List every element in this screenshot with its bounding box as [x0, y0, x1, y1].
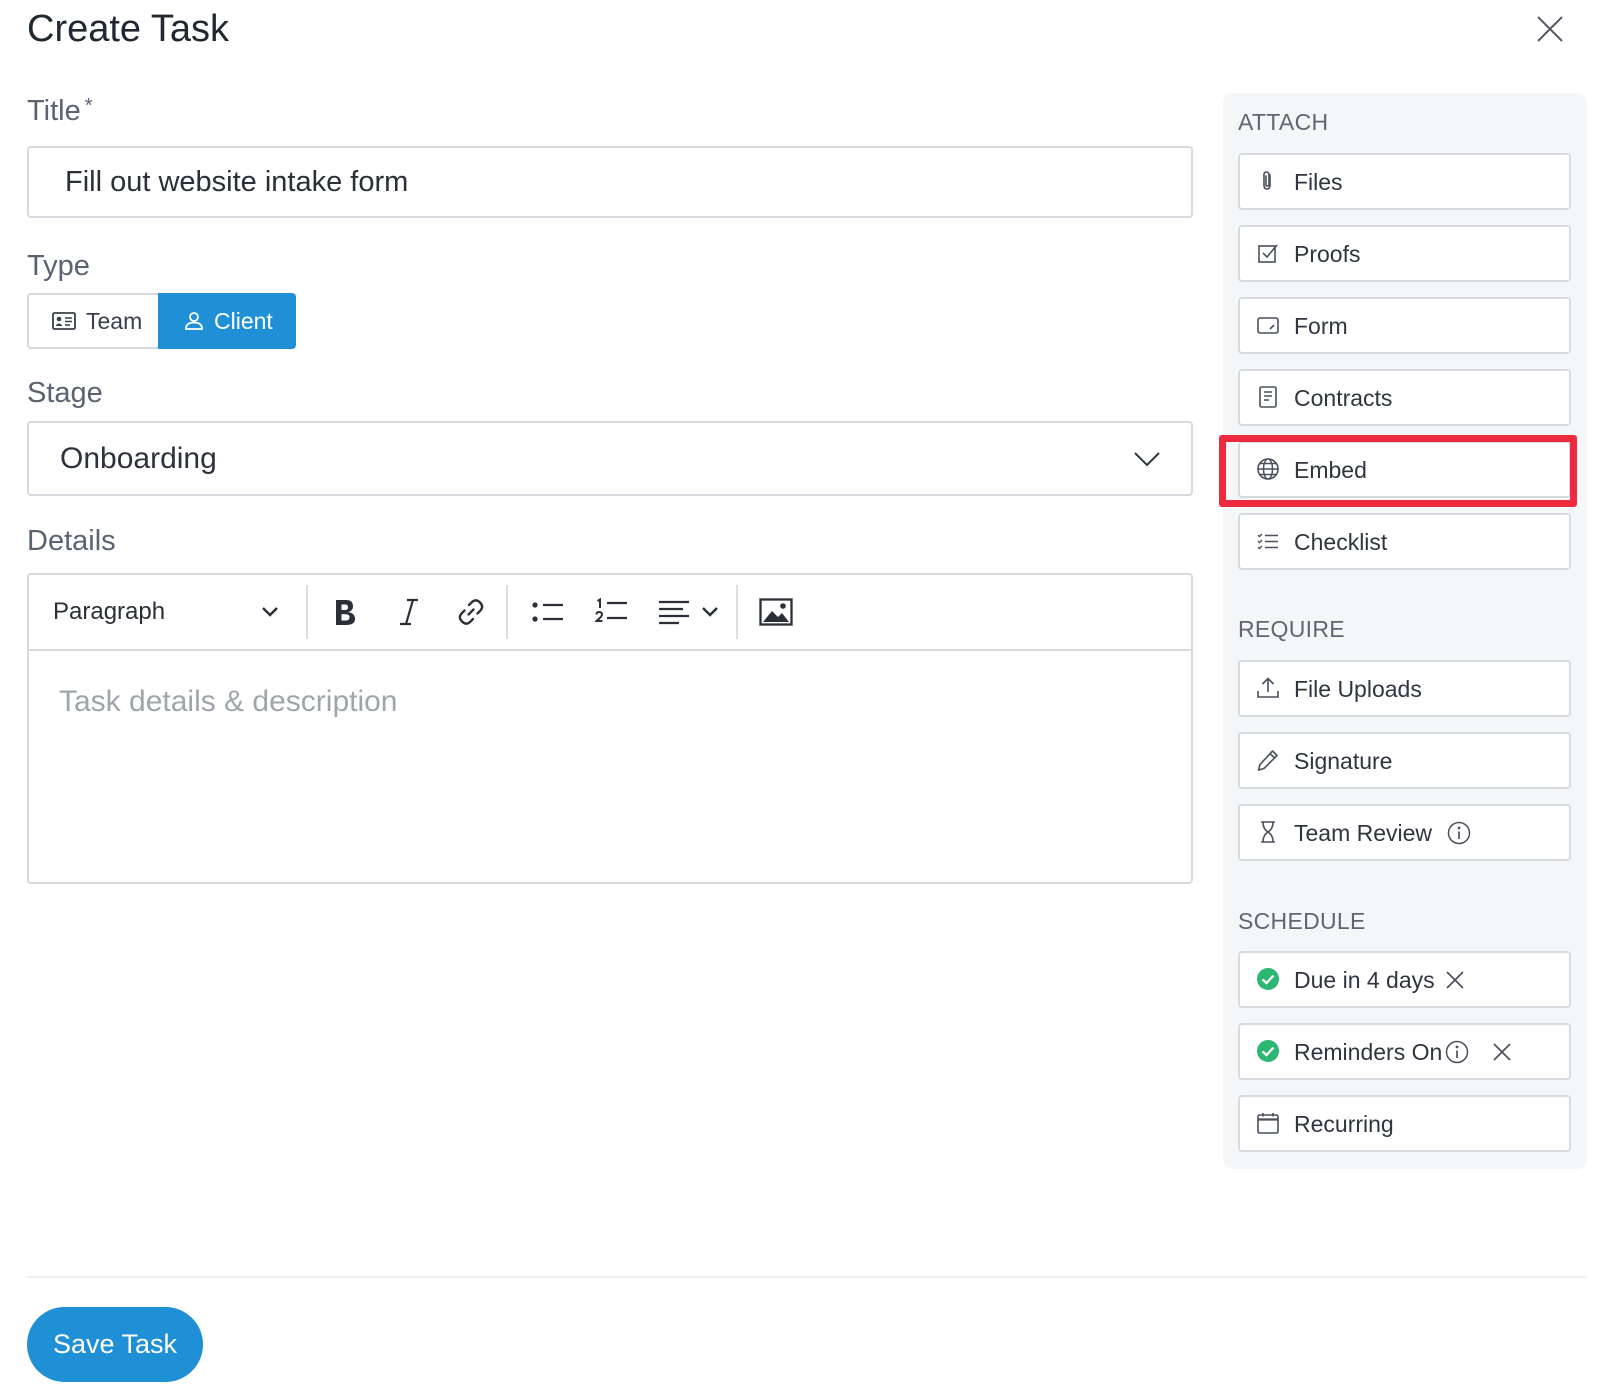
info-icon[interactable] — [1445, 1040, 1469, 1064]
details-editor: Paragraph Task details & description — [27, 573, 1193, 884]
link-icon — [458, 599, 484, 625]
stage-value: Onboarding — [60, 441, 217, 475]
details-textarea[interactable]: Task details & description — [29, 651, 1191, 753]
attach-checklist-button[interactable]: Checklist — [1238, 513, 1571, 570]
title-input[interactable] — [27, 146, 1193, 218]
numbered-list-icon — [595, 597, 627, 622]
attach-checklist-label: Checklist — [1294, 529, 1388, 555]
type-team-button[interactable]: Team — [27, 293, 158, 349]
chevron-down-icon — [1134, 452, 1160, 467]
attach-embed-button[interactable]: Embed — [1238, 441, 1571, 498]
paperclip-icon — [1263, 171, 1271, 190]
attach-embed-label: Embed — [1294, 457, 1367, 483]
save-task-button[interactable]: Save Task — [27, 1307, 203, 1382]
id-card-icon — [52, 312, 76, 330]
checkbox-icon — [1258, 244, 1278, 263]
bold-icon — [336, 600, 355, 625]
remove-reminders-icon[interactable] — [1490, 1040, 1514, 1064]
chevron-down-icon — [702, 607, 718, 617]
save-task-label: Save Task — [52, 1329, 178, 1359]
details-placeholder: Task details & description — [59, 685, 398, 718]
link-button[interactable] — [443, 575, 499, 649]
globe-icon — [1257, 458, 1279, 480]
schedule-reminders-label: Reminders On — [1294, 1039, 1443, 1065]
upload-icon — [1257, 677, 1279, 698]
required-mark: * — [84, 95, 93, 117]
align-dropdown-button[interactable] — [646, 575, 730, 649]
attach-files-label: Files — [1294, 169, 1343, 195]
type-label: Type — [27, 250, 90, 282]
bullet-list-button[interactable] — [518, 575, 578, 649]
align-left-icon — [659, 600, 689, 625]
type-client-label: Client — [214, 307, 273, 334]
close-icon — [1537, 16, 1563, 42]
italic-icon — [400, 598, 418, 626]
toolbar-divider — [506, 585, 508, 639]
chevron-down-icon — [262, 607, 278, 617]
schedule-reminders-button[interactable]: Reminders On — [1238, 1023, 1571, 1080]
attach-files-button[interactable]: Files — [1238, 153, 1571, 210]
stage-select[interactable]: Onboarding — [27, 421, 1193, 496]
info-icon[interactable] — [1447, 821, 1471, 845]
check-circle-icon — [1257, 1040, 1279, 1062]
attach-proofs-label: Proofs — [1294, 241, 1361, 267]
pen-icon — [1257, 750, 1278, 771]
modal-title: Create Task — [27, 8, 230, 50]
require-signature-label: Signature — [1294, 748, 1393, 774]
check-circle-icon — [1257, 968, 1279, 990]
calendar-icon — [1257, 1113, 1279, 1134]
schedule-due-date-label: Due in 4 days — [1294, 967, 1435, 993]
image-icon — [759, 598, 793, 626]
require-signature-button[interactable]: Signature — [1238, 732, 1571, 789]
schedule-due-date-button[interactable]: Due in 4 days — [1238, 951, 1571, 1008]
italic-button[interactable] — [381, 575, 437, 649]
attach-form-label: Form — [1294, 313, 1348, 339]
title-label-text: Title — [27, 95, 81, 127]
options-sidebar: ATTACH Files Proofs Form Contracts Embed… — [1223, 93, 1587, 1169]
user-icon — [185, 312, 203, 330]
type-toggle: Team Client — [27, 293, 296, 349]
type-client-button[interactable]: Client — [158, 293, 296, 349]
form-icon — [1257, 317, 1279, 334]
document-icon — [1259, 386, 1277, 408]
attach-proofs-button[interactable]: Proofs — [1238, 225, 1571, 282]
schedule-recurring-button[interactable]: Recurring — [1238, 1095, 1571, 1152]
attach-contracts-label: Contracts — [1294, 385, 1393, 411]
require-file-uploads-button[interactable]: File Uploads — [1238, 660, 1571, 717]
attach-section-title: ATTACH — [1238, 109, 1329, 135]
footer-divider — [27, 1276, 1587, 1278]
attach-contracts-button[interactable]: Contracts — [1238, 369, 1571, 426]
insert-image-button[interactable] — [746, 575, 806, 649]
remove-due-date-icon[interactable] — [1443, 968, 1467, 992]
paragraph-select-label: Paragraph — [53, 598, 166, 625]
stage-label: Stage — [27, 377, 103, 409]
require-file-uploads-label: File Uploads — [1294, 676, 1422, 702]
toolbar-divider — [306, 585, 308, 639]
details-label: Details — [27, 525, 116, 557]
title-label: Title * — [27, 95, 93, 128]
numbered-list-button[interactable] — [582, 575, 642, 649]
schedule-recurring-label: Recurring — [1294, 1111, 1394, 1137]
bold-button[interactable] — [317, 575, 373, 649]
require-section-title: REQUIRE — [1238, 616, 1345, 642]
schedule-section-title: SCHEDULE — [1238, 908, 1366, 934]
toolbar-divider — [736, 585, 738, 639]
close-button[interactable] — [1535, 14, 1565, 44]
paragraph-select[interactable]: Paragraph — [53, 575, 293, 649]
require-team-review-button[interactable]: Team Review — [1238, 804, 1571, 861]
hourglass-icon — [1261, 821, 1275, 843]
attach-form-button[interactable]: Form — [1238, 297, 1571, 354]
require-team-review-label: Team Review — [1294, 820, 1433, 846]
bullet-list-icon — [532, 602, 563, 622]
checklist-icon — [1257, 533, 1278, 550]
type-team-label: Team — [86, 307, 143, 334]
editor-toolbar: Paragraph — [29, 575, 1191, 651]
